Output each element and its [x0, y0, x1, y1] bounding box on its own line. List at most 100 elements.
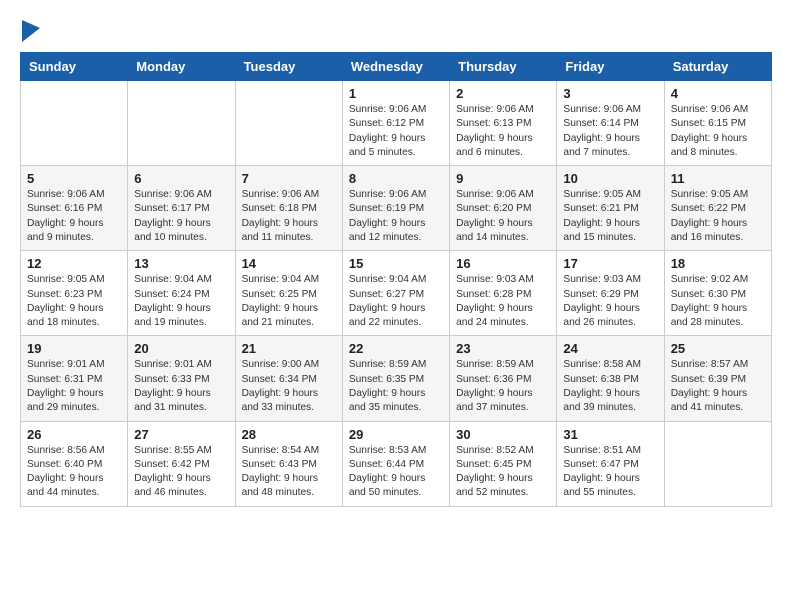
calendar-cell: 1 Sunrise: 9:06 AM Sunset: 6:12 PM Daylig…: [342, 81, 449, 166]
calendar-week-row: 1 Sunrise: 9:06 AM Sunset: 6:12 PM Daylig…: [21, 81, 772, 166]
day-info: Sunrise: 9:05 AM Sunset: 6:21 PM Dayligh…: [563, 188, 657, 245]
day-info: Sunrise: 9:06 AM Sunset: 6:13 PM Dayligh…: [456, 103, 550, 160]
calendar-week-row: 12Sunrise: 9:05 AM Sunset: 6:23 PM Dayli…: [21, 251, 772, 336]
calendar-cell: 11Sunrise: 9:05 AM Sunset: 6:22 PM Dayli…: [664, 166, 771, 251]
logo-icon: [22, 20, 40, 42]
calendar-cell: 17 Sunrise: 9:03 AM Sunset: 6:29 PM Dayli…: [557, 251, 664, 336]
calendar-cell: 21 Sunrise: 9:00 AM Sunset: 6:34 PM Dayli…: [235, 336, 342, 421]
calendar-cell: 22 Sunrise: 8:59 AM Sunset: 6:35 PM Dayli…: [342, 336, 449, 421]
calendar-cell: 19 Sunrise: 9:01 AM Sunset: 6:31 PM Dayli…: [21, 336, 128, 421]
calendar-cell: 15 Sunrise: 9:04 AM Sunset: 6:27 PM Dayli…: [342, 251, 449, 336]
calendar-cell: 16Sunrise: 9:03 AM Sunset: 6:28 PM Dayli…: [450, 251, 557, 336]
day-info: Sunrise: 8:59 AM Sunset: 6:36 PM Dayligh…: [456, 358, 550, 415]
calendar-cell: 4 Sunrise: 9:06 AM Sunset: 6:15 PM Daylig…: [664, 81, 771, 166]
day-number: 30: [456, 427, 550, 442]
calendar-cell: 23 Sunrise: 8:59 AM Sunset: 6:36 PM Dayli…: [450, 336, 557, 421]
calendar-cell: 26 Sunrise: 8:56 AM Sunset: 6:40 PM Dayli…: [21, 421, 128, 506]
calendar-header-wednesday: Wednesday: [342, 53, 449, 81]
calendar-cell: 25 Sunrise: 8:57 AM Sunset: 6:39 PM Dayli…: [664, 336, 771, 421]
day-info: Sunrise: 9:06 AM Sunset: 6:14 PM Dayligh…: [563, 103, 657, 160]
calendar-table: SundayMondayTuesdayWednesdayThursdayFrid…: [20, 52, 772, 507]
day-number: 22: [349, 341, 443, 356]
day-info: Sunrise: 9:06 AM Sunset: 6:16 PM Dayligh…: [27, 188, 121, 245]
day-number: 25: [671, 341, 765, 356]
day-info: Sunrise: 9:00 AM Sunset: 6:34 PM Dayligh…: [242, 358, 336, 415]
day-info: Sunrise: 8:58 AM Sunset: 6:38 PM Dayligh…: [563, 358, 657, 415]
day-number: 21: [242, 341, 336, 356]
day-number: 3: [563, 86, 657, 101]
page-header: [20, 20, 772, 42]
day-info: Sunrise: 9:04 AM Sunset: 6:25 PM Dayligh…: [242, 273, 336, 330]
day-number: 15: [349, 256, 443, 271]
day-info: Sunrise: 9:03 AM Sunset: 6:29 PM Dayligh…: [563, 273, 657, 330]
day-number: 17: [563, 256, 657, 271]
day-info: Sunrise: 9:06 AM Sunset: 6:18 PM Dayligh…: [242, 188, 336, 245]
calendar-cell: 9Sunrise: 9:06 AM Sunset: 6:20 PM Daylig…: [450, 166, 557, 251]
day-info: Sunrise: 8:51 AM Sunset: 6:47 PM Dayligh…: [563, 444, 657, 501]
day-number: 23: [456, 341, 550, 356]
day-number: 16: [456, 256, 550, 271]
day-info: Sunrise: 9:06 AM Sunset: 6:12 PM Dayligh…: [349, 103, 443, 160]
day-info: Sunrise: 9:04 AM Sunset: 6:27 PM Dayligh…: [349, 273, 443, 330]
day-number: 20: [134, 341, 228, 356]
calendar-cell: 31 Sunrise: 8:51 AM Sunset: 6:47 PM Dayli…: [557, 421, 664, 506]
calendar-cell: 27 Sunrise: 8:55 AM Sunset: 6:42 PM Dayli…: [128, 421, 235, 506]
day-number: 1: [349, 86, 443, 101]
day-number: 11: [671, 171, 765, 186]
calendar-header-friday: Friday: [557, 53, 664, 81]
day-info: Sunrise: 8:55 AM Sunset: 6:42 PM Dayligh…: [134, 444, 228, 501]
calendar-cell: 8 Sunrise: 9:06 AM Sunset: 6:19 PM Daylig…: [342, 166, 449, 251]
day-number: 5: [27, 171, 121, 186]
calendar-cell: 14Sunrise: 9:04 AM Sunset: 6:25 PM Dayli…: [235, 251, 342, 336]
day-info: Sunrise: 9:01 AM Sunset: 6:33 PM Dayligh…: [134, 358, 228, 415]
day-number: 27: [134, 427, 228, 442]
calendar-cell: 24 Sunrise: 8:58 AM Sunset: 6:38 PM Dayli…: [557, 336, 664, 421]
calendar-week-row: 19 Sunrise: 9:01 AM Sunset: 6:31 PM Dayli…: [21, 336, 772, 421]
day-info: Sunrise: 8:56 AM Sunset: 6:40 PM Dayligh…: [27, 444, 121, 501]
calendar-cell: 18Sunrise: 9:02 AM Sunset: 6:30 PM Dayli…: [664, 251, 771, 336]
calendar-cell: 13 Sunrise: 9:04 AM Sunset: 6:24 PM Dayli…: [128, 251, 235, 336]
day-info: Sunrise: 9:06 AM Sunset: 6:19 PM Dayligh…: [349, 188, 443, 245]
day-info: Sunrise: 9:04 AM Sunset: 6:24 PM Dayligh…: [134, 273, 228, 330]
day-info: Sunrise: 8:57 AM Sunset: 6:39 PM Dayligh…: [671, 358, 765, 415]
day-info: Sunrise: 8:54 AM Sunset: 6:43 PM Dayligh…: [242, 444, 336, 501]
calendar-cell: 10Sunrise: 9:05 AM Sunset: 6:21 PM Dayli…: [557, 166, 664, 251]
day-number: 24: [563, 341, 657, 356]
calendar-cell: 12Sunrise: 9:05 AM Sunset: 6:23 PM Dayli…: [21, 251, 128, 336]
calendar-header-sunday: Sunday: [21, 53, 128, 81]
calendar-cell: [664, 421, 771, 506]
calendar-cell: 7Sunrise: 9:06 AM Sunset: 6:18 PM Daylig…: [235, 166, 342, 251]
day-number: 8: [349, 171, 443, 186]
calendar-header-thursday: Thursday: [450, 53, 557, 81]
day-number: 19: [27, 341, 121, 356]
day-info: Sunrise: 8:53 AM Sunset: 6:44 PM Dayligh…: [349, 444, 443, 501]
calendar-cell: 30 Sunrise: 8:52 AM Sunset: 6:45 PM Dayli…: [450, 421, 557, 506]
day-number: 28: [242, 427, 336, 442]
calendar-week-row: 26 Sunrise: 8:56 AM Sunset: 6:40 PM Dayli…: [21, 421, 772, 506]
calendar-cell: 28 Sunrise: 8:54 AM Sunset: 6:43 PM Dayli…: [235, 421, 342, 506]
calendar-week-row: 5 Sunrise: 9:06 AM Sunset: 6:16 PM Daylig…: [21, 166, 772, 251]
day-number: 13: [134, 256, 228, 271]
day-number: 12: [27, 256, 121, 271]
day-number: 31: [563, 427, 657, 442]
calendar-cell: 29 Sunrise: 8:53 AM Sunset: 6:44 PM Dayli…: [342, 421, 449, 506]
calendar-cell: 3 Sunrise: 9:06 AM Sunset: 6:14 PM Daylig…: [557, 81, 664, 166]
day-info: Sunrise: 9:01 AM Sunset: 6:31 PM Dayligh…: [27, 358, 121, 415]
calendar-header-saturday: Saturday: [664, 53, 771, 81]
day-number: 29: [349, 427, 443, 442]
day-number: 26: [27, 427, 121, 442]
day-info: Sunrise: 8:59 AM Sunset: 6:35 PM Dayligh…: [349, 358, 443, 415]
calendar-header-monday: Monday: [128, 53, 235, 81]
calendar-header-row: SundayMondayTuesdayWednesdayThursdayFrid…: [21, 53, 772, 81]
calendar-cell: [21, 81, 128, 166]
day-info: Sunrise: 9:02 AM Sunset: 6:30 PM Dayligh…: [671, 273, 765, 330]
logo: [20, 20, 40, 42]
day-number: 4: [671, 86, 765, 101]
calendar-cell: 6 Sunrise: 9:06 AM Sunset: 6:17 PM Daylig…: [128, 166, 235, 251]
day-info: Sunrise: 9:06 AM Sunset: 6:15 PM Dayligh…: [671, 103, 765, 160]
calendar-cell: 5 Sunrise: 9:06 AM Sunset: 6:16 PM Daylig…: [21, 166, 128, 251]
calendar-header-tuesday: Tuesday: [235, 53, 342, 81]
day-number: 6: [134, 171, 228, 186]
day-info: Sunrise: 9:06 AM Sunset: 6:17 PM Dayligh…: [134, 188, 228, 245]
day-info: Sunrise: 8:52 AM Sunset: 6:45 PM Dayligh…: [456, 444, 550, 501]
